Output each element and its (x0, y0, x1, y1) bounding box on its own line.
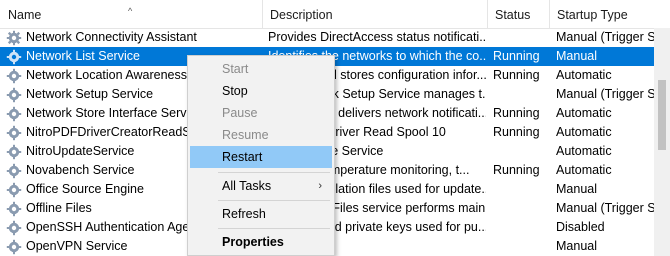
service-status: Running (493, 68, 540, 82)
menu-item-properties[interactable]: Properties (190, 231, 332, 253)
service-startup-type: Manual (556, 49, 597, 63)
service-startup-type: Automatic (556, 163, 612, 177)
service-gear-icon (6, 68, 22, 84)
service-startup-type: Manual (Trigger St (556, 201, 656, 215)
service-gear-icon (6, 49, 22, 65)
column-header-status[interactable]: Status (487, 0, 549, 28)
context-menu: Start Stop Pause Resume Restart All Task… (187, 55, 335, 256)
service-row[interactable]: NitroPDFDriverCreatorReadSpool Nitro PDF… (0, 123, 670, 142)
service-row[interactable]: Office Source Engine Saves installation … (0, 180, 670, 199)
service-status: Running (493, 106, 540, 120)
submenu-arrow-icon: › (318, 180, 322, 192)
service-startup-type: Automatic (556, 144, 612, 158)
service-startup-type: Manual (556, 239, 597, 253)
service-row[interactable]: Network Store Interface Service This ser… (0, 104, 670, 123)
vertical-scrollbar[interactable] (654, 28, 670, 256)
service-gear-icon (6, 239, 22, 255)
service-status (493, 218, 553, 237)
service-status (493, 199, 553, 218)
service-startup-type: Automatic (556, 125, 612, 139)
service-description: Provides DirectAccess status notificati.… (268, 30, 486, 44)
service-status (493, 28, 553, 47)
menu-item-pause: Pause (222, 106, 258, 120)
column-header-name[interactable]: Name ^ (0, 0, 262, 28)
column-header-startup-type-label: Startup Type (557, 8, 628, 22)
column-header-status-label: Status (495, 8, 531, 22)
column-header-description-label: Description (270, 8, 333, 22)
service-row[interactable]: Offline Files The Offline Files service … (0, 199, 670, 218)
service-status (493, 237, 553, 256)
menu-separator (218, 200, 330, 201)
service-gear-icon (6, 87, 22, 103)
service-startup-type: Automatic (556, 106, 612, 120)
service-row[interactable]: NitroUpdateService Nitro Update Service … (0, 142, 670, 161)
menu-item-all-tasks[interactable]: All Tasks › (190, 175, 332, 197)
menu-item-refresh[interactable]: Refresh (190, 203, 332, 225)
service-row[interactable]: Novabench Service Monitors temperature m… (0, 161, 670, 180)
service-row[interactable]: OpenSSH Authentication Agent Agent to ho… (0, 218, 670, 237)
service-status: Running (493, 163, 540, 177)
service-gear-icon (6, 220, 22, 236)
service-gear-icon (6, 144, 22, 160)
service-startup-type: Disabled (556, 220, 605, 234)
sort-ascending-icon: ^ (128, 6, 133, 16)
menu-item-stop[interactable]: Stop (190, 80, 332, 102)
service-status (493, 142, 553, 161)
menu-separator (218, 228, 330, 229)
service-gear-icon (6, 201, 22, 217)
service-startup-type: Manual (Trigger St (556, 87, 656, 101)
column-header-description[interactable]: Description (262, 0, 487, 28)
service-row[interactable]: Network Location Awareness Collects and … (0, 66, 670, 85)
menu-item-all-tasks-label: All Tasks (222, 179, 272, 193)
service-startup-type: Manual (Trigger St (556, 30, 656, 44)
column-header-name-label: Name (8, 8, 42, 22)
service-status (493, 85, 553, 104)
service-row-selected[interactable]: Network List Service Identifies the netw… (0, 47, 670, 66)
column-header-bar: Name ^ Description Status Startup Type (0, 0, 670, 29)
service-gear-icon (6, 30, 22, 46)
menu-item-start: Start (222, 62, 249, 76)
service-gear-icon (6, 182, 22, 198)
service-status: Running (493, 49, 540, 63)
menu-item-resume: Resume (222, 128, 269, 142)
service-row[interactable]: Network Connectivity Assistant Provides … (0, 28, 670, 47)
service-gear-icon (6, 106, 22, 122)
menu-separator (218, 172, 330, 173)
service-status (493, 180, 553, 199)
service-status: Running (493, 125, 540, 139)
service-name: Network Connectivity Assistant (26, 30, 197, 44)
menu-item-restart[interactable]: Restart (190, 146, 332, 168)
column-header-startup-type[interactable]: Startup Type (549, 0, 654, 28)
service-row[interactable]: OpenVPN Service Manual (0, 237, 670, 256)
service-startup-type: Automatic (556, 68, 612, 82)
service-gear-icon (6, 163, 22, 179)
service-startup-type: Manual (556, 182, 597, 196)
service-row[interactable]: Network Setup Service The Network Setup … (0, 85, 670, 104)
scrollbar-thumb[interactable] (658, 80, 666, 150)
service-gear-icon (6, 125, 22, 141)
